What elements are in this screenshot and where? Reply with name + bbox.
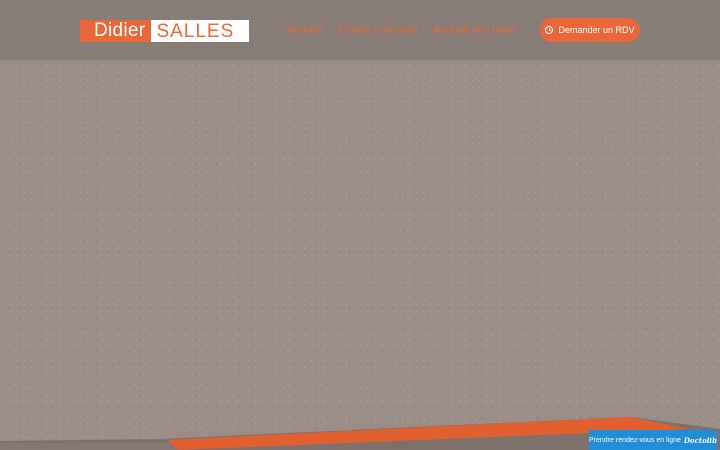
- logo[interactable]: Didier SALLES: [80, 20, 250, 42]
- wave-left-band: [0, 443, 178, 450]
- nav-item-accueil[interactable]: Accueil: [286, 22, 321, 38]
- request-appointment-button[interactable]: Demander un RDV: [540, 18, 640, 42]
- doctolib-logo: Doctolib: [683, 435, 717, 445]
- logo-last-name: SALLES: [151, 20, 250, 42]
- logo-first-name: Didier: [80, 20, 152, 42]
- request-appointment-label: Demander un RDV: [558, 25, 635, 35]
- main-nav: Accueil Charte d'Accueil Accueil des lie…: [286, 22, 515, 38]
- site-header: Didier SALLES Accueil Charte d'Accueil A…: [0, 0, 720, 60]
- nav-item-charte[interactable]: Charte d'Accueil: [337, 22, 417, 38]
- nav-item-lieux[interactable]: Accueil des lieux: [433, 22, 515, 38]
- doctolib-booking-button[interactable]: Prendre rendez-vous en ligne Doctolib: [589, 430, 717, 450]
- doctolib-label: Prendre rendez-vous en ligne: [589, 436, 681, 444]
- page: { "logo": { "first": "Didier", "last": "…: [0, 0, 720, 450]
- clock-icon: [545, 26, 554, 34]
